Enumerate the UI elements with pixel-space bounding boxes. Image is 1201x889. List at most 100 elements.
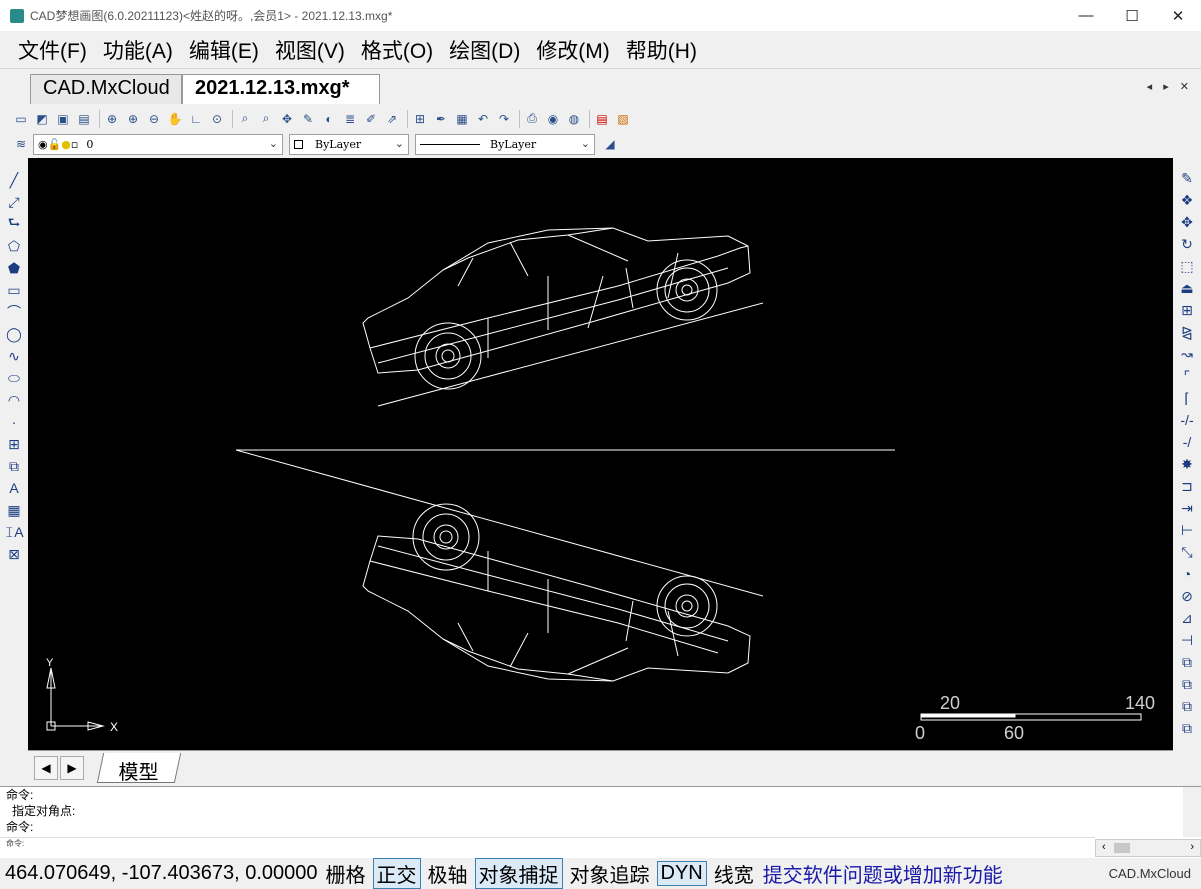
tab-navigation[interactable]: ◂ ▸ ✕ <box>1147 80 1193 93</box>
array-icon[interactable]: ⊞ <box>1177 300 1197 320</box>
stretch-icon[interactable]: ↝ <box>1177 344 1197 364</box>
linetype-select[interactable]: ByLayer ⌄ <box>415 133 595 155</box>
scale-icon[interactable]: ⬚ <box>1177 256 1197 276</box>
make-block-icon[interactable]: ⧉ <box>4 456 24 476</box>
offset-icon[interactable]: ⏏ <box>1177 278 1197 298</box>
scroll-thumb[interactable] <box>1114 843 1130 853</box>
layer-select[interactable]: ◉🔓●▫ 0 ⌄ <box>33 133 283 155</box>
scroll-right-icon[interactable]: › <box>1190 841 1194 853</box>
line-icon[interactable]: ╱ <box>4 170 24 190</box>
layout-next-button[interactable]: ▶ <box>60 756 84 780</box>
menu-help[interactable]: 帮助(H) <box>618 35 705 65</box>
pdf-icon[interactable]: ▤ <box>593 110 611 128</box>
toggle-dyn[interactable]: DYN <box>656 861 707 886</box>
command-scrollbar[interactable] <box>1183 787 1201 837</box>
tab-model[interactable]: 模型 <box>96 753 182 784</box>
maximize-button[interactable]: ☐ <box>1109 0 1155 31</box>
break-icon[interactable]: ⊐ <box>1177 476 1197 496</box>
block-icon[interactable]: ⊞ <box>411 110 429 128</box>
baseline-dimension-icon[interactable]: ⊣ <box>1177 630 1197 650</box>
rotate-icon[interactable]: ↻ <box>1177 234 1197 254</box>
print-icon[interactable]: ⎙ <box>523 110 541 128</box>
chamfer-icon[interactable]: ⌈ <box>1177 388 1197 408</box>
zoom-window-icon[interactable]: ⊙ <box>208 110 226 128</box>
save-all-icon[interactable]: ▤ <box>75 110 93 128</box>
pan-icon[interactable]: ✋ <box>166 110 184 128</box>
tab-mxcloud[interactable]: CAD.MxCloud <box>30 74 182 104</box>
zoom-in-icon[interactable]: ⊕ <box>124 110 142 128</box>
menu-edit[interactable]: 编辑(E) <box>181 35 267 65</box>
command-input[interactable]: 命令: <box>0 837 1095 851</box>
feedback-link[interactable]: 提交软件问题或增加新功能 <box>763 859 1003 888</box>
ellipse-icon[interactable]: ⬭ <box>4 368 24 388</box>
tab-current-drawing[interactable]: 2021.12.13.mxg* <box>182 74 380 104</box>
insert-block-icon[interactable]: ⊞ <box>4 434 24 454</box>
move-icon[interactable]: ✥ <box>1177 212 1197 232</box>
join-icon[interactable]: ⇥ <box>1177 498 1197 518</box>
menu-view[interactable]: 视图(V) <box>267 35 353 65</box>
point-icon[interactable]: · <box>4 412 24 432</box>
extend-icon[interactable]: -/ <box>1177 432 1197 452</box>
palette-icon[interactable]: ◐ <box>320 110 338 128</box>
menu-file[interactable]: 文件(F) <box>10 35 95 65</box>
redo-icon[interactable]: ↷ <box>495 110 513 128</box>
new-file-icon[interactable]: ▭ <box>12 110 30 128</box>
draw-order-front-icon[interactable]: ⧉ <box>1177 652 1197 672</box>
trim-icon[interactable]: -/- <box>1177 410 1197 430</box>
zoom-extents-icon[interactable]: ⌕ <box>236 110 254 128</box>
toggle-polar[interactable]: 极轴 <box>424 858 472 889</box>
spline-icon[interactable]: ∿ <box>4 346 24 366</box>
copy-icon[interactable]: ❖ <box>1177 190 1197 210</box>
explode-icon[interactable]: ✸ <box>1177 454 1197 474</box>
pentagon-icon[interactable]: ⬟ <box>4 258 24 278</box>
dimension-style-icon[interactable]: ⇗ <box>383 110 401 128</box>
zoom-realtime-icon[interactable]: ⊕ <box>103 110 121 128</box>
layer-manager-icon[interactable]: ≋ <box>12 135 30 153</box>
radius-dimension-icon[interactable]: ◔ <box>1177 564 1197 584</box>
save-icon[interactable]: ▣ <box>54 110 72 128</box>
text-icon[interactable]: A <box>4 478 24 498</box>
layout-prev-button[interactable]: ◀ <box>34 756 58 780</box>
toggle-otrack[interactable]: 对象追踪 <box>566 858 654 889</box>
pencil-icon[interactable]: ✎ <box>299 110 317 128</box>
polyline-icon[interactable]: ⮑ <box>4 214 24 234</box>
render-icon[interactable]: ◉ <box>544 110 562 128</box>
close-button[interactable]: ✕ <box>1155 0 1201 31</box>
move-icon[interactable]: ✥ <box>278 110 296 128</box>
match-properties-icon[interactable]: ✒ <box>432 110 450 128</box>
toggle-ortho[interactable]: 正交 <box>372 858 421 889</box>
menu-draw[interactable]: 绘图(D) <box>441 35 528 65</box>
multiline-text-icon[interactable]: 𝙸A <box>4 522 24 542</box>
region-icon[interactable]: ⊠ <box>4 544 24 564</box>
rectangle-icon[interactable]: ▭ <box>4 280 24 300</box>
mirror-icon[interactable]: ⧎ <box>1177 322 1197 342</box>
scroll-left-icon[interactable]: ‹ <box>1102 841 1106 853</box>
open-file-icon[interactable]: ◩ <box>33 110 51 128</box>
circle-icon[interactable]: ◯ <box>4 324 24 344</box>
fillet-icon[interactable]: ⌜ <box>1177 366 1197 386</box>
toggle-grid[interactable]: 栅格 <box>322 858 370 889</box>
menu-format[interactable]: 格式(O) <box>353 35 441 65</box>
color-select[interactable]: ByLayer ⌄ <box>289 133 409 155</box>
hatch-icon[interactable]: ▦ <box>4 500 24 520</box>
polygon-icon[interactable]: ⬠ <box>4 236 24 256</box>
horizontal-scrollbar[interactable]: ‹ › <box>1095 839 1201 857</box>
zoom-out-icon[interactable]: ⊖ <box>145 110 163 128</box>
image-export-icon[interactable]: ▧ <box>614 110 632 128</box>
aligned-dimension-icon[interactable]: ⤡ <box>1177 542 1197 562</box>
angular-dimension-icon[interactable]: ⊿ <box>1177 608 1197 628</box>
web-icon[interactable]: ◍ <box>565 110 583 128</box>
draw-order-back-icon[interactable]: ⧉ <box>1177 674 1197 694</box>
layers-icon[interactable]: ≣ <box>341 110 359 128</box>
drawing-canvas[interactable]: Y X 20 140 0 60 <box>28 158 1173 750</box>
search-icon[interactable]: ⌕ <box>257 110 275 128</box>
ellipse-arc-icon[interactable]: ◠ <box>4 390 24 410</box>
text-style-icon[interactable]: ✐ <box>362 110 380 128</box>
menu-function[interactable]: 功能(A) <box>95 35 181 65</box>
arc-icon[interactable]: ⌒ <box>4 302 24 322</box>
erase-icon[interactable]: ✎ <box>1177 168 1197 188</box>
measure-icon[interactable]: ∟ <box>187 110 205 128</box>
properties-icon[interactable]: ▦ <box>453 110 471 128</box>
toggle-lineweight[interactable]: 线宽 <box>710 858 758 889</box>
diameter-dimension-icon[interactable]: ⊘ <box>1177 586 1197 606</box>
